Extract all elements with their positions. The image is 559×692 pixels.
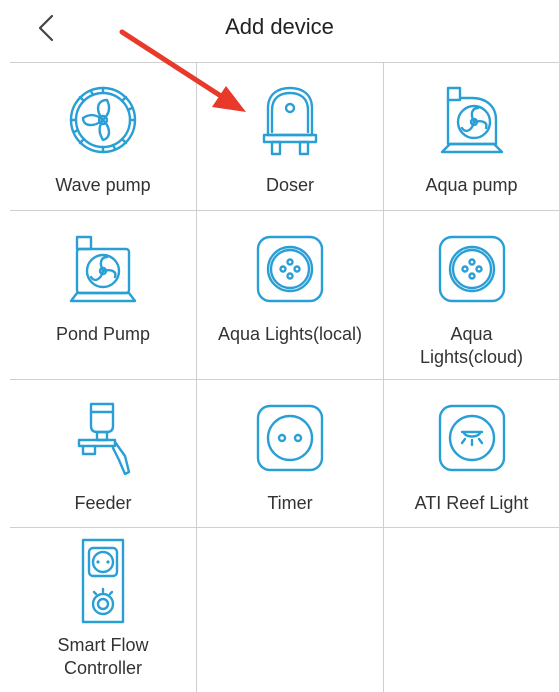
device-tile-aqua-lights-local[interactable]: Aqua Lights(local): [197, 211, 383, 379]
page-title: Add device: [225, 14, 334, 39]
device-label: Timer: [267, 493, 313, 513]
device-label: Feeder: [74, 493, 132, 513]
pond-pump-icon: [69, 235, 137, 303]
device-tile-timer[interactable]: Timer: [197, 380, 383, 527]
device-label: Doser: [265, 175, 314, 195]
device-tile-pond-pump[interactable]: Pond Pump: [10, 211, 196, 379]
header-bar: Add device: [0, 0, 559, 62]
aqua-light-icon: [256, 235, 324, 303]
reef-light-icon: [438, 404, 505, 472]
device-label: Aqua Lights(cloud): [419, 324, 524, 367]
aqua-pump-icon: [440, 86, 503, 154]
device-label: Aqua Lights(local): [217, 324, 363, 344]
device-tile-smart-flow-controller[interactable]: Smart Flow Controller: [10, 528, 196, 692]
device-tile-doser[interactable]: Doser: [197, 62, 383, 210]
device-label: Smart Flow Controller: [57, 635, 149, 678]
device-label: Aqua pump: [425, 175, 518, 195]
device-label: Pond Pump: [55, 324, 151, 344]
device-label: ATI Reef Light: [414, 493, 529, 513]
device-tile-wave-pump[interactable]: Wave pump: [10, 62, 196, 210]
aqua-light-icon: [438, 235, 505, 303]
timer-socket-icon: [256, 404, 324, 472]
feeder-icon: [77, 402, 131, 476]
device-tile-ati-reef-light[interactable]: ATI Reef Light: [384, 380, 559, 527]
flow-controller-icon: [81, 538, 125, 624]
doser-icon: [262, 86, 318, 156]
wave-pump-icon: [69, 86, 137, 154]
device-tile-feeder[interactable]: Feeder: [10, 380, 196, 527]
device-tile-aqua-pump[interactable]: Aqua pump: [384, 62, 559, 210]
device-tile-aqua-lights-cloud[interactable]: Aqua Lights(cloud): [384, 211, 559, 379]
device-label: Wave pump: [55, 175, 151, 195]
